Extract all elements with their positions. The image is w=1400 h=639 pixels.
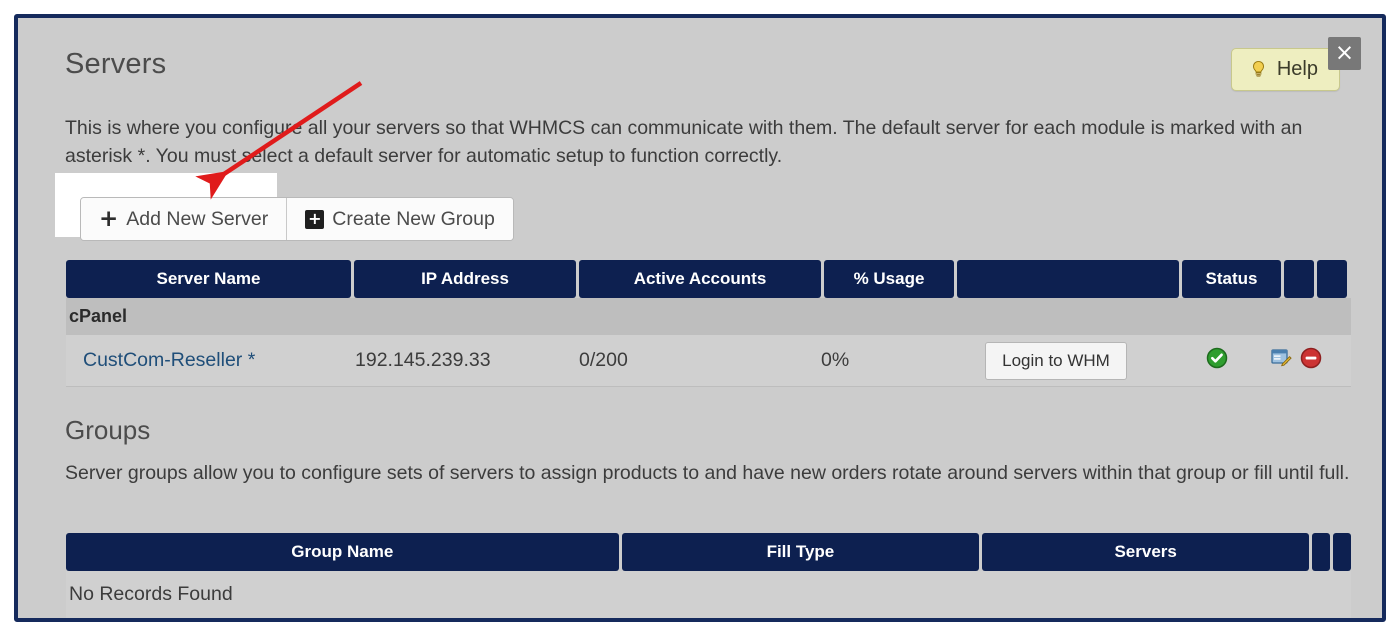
column-header-server-name: Server Name <box>66 260 351 298</box>
ip-address-cell-value: 192.145.239.33 <box>355 349 491 371</box>
server-name-cell: CustCom-Reseller * <box>66 349 351 372</box>
create-new-group-label: Create New Group <box>332 207 495 230</box>
help-button[interactable]: Help <box>1230 48 1340 91</box>
column-header-blank-7 <box>1317 260 1347 298</box>
intro-description: This is where you configure all your ser… <box>65 117 1303 167</box>
servers-table-header: Server Name IP Address Active Accounts% Us… <box>66 260 1351 298</box>
ip-address-cell: 192.145.239.33 <box>351 349 573 372</box>
column-header-blank-4 <box>957 260 1179 298</box>
groups-empty-message: No Records Found <box>66 571 1351 618</box>
column-header-blank-3 <box>1312 533 1330 571</box>
groups-table: Group Name Fill Type Servers No Records Fo… <box>66 533 1351 618</box>
delete-server-button[interactable] <box>1296 347 1326 375</box>
groups-table-header: Group Name Fill Type Servers <box>66 533 1351 571</box>
column-header-ip-address: IP Address <box>354 260 576 298</box>
help-button-label: Help <box>1276 58 1318 80</box>
add-new-server-label: Add New Server <box>126 207 269 230</box>
groups-description: Server groups allow you to configure set… <box>65 462 1350 484</box>
servers-panel: Servers Help × This is where you configu… <box>22 22 1380 618</box>
whmcs-admin-window: Servers Help × This is where you configu… <box>14 14 1386 622</box>
lightbulb-icon <box>1249 60 1268 79</box>
table-row: CustCom-Reseller * 192.145.239.33 0/200 0% L… <box>66 335 1351 387</box>
plus-icon: + <box>99 205 119 232</box>
add-new-server-button[interactable]: + Add New Server <box>81 198 287 240</box>
login-action-cell: Login to WHM <box>945 341 1167 380</box>
login-to-whm-button[interactable]: Login to WHM <box>985 341 1127 380</box>
page-title: Servers <box>65 48 167 80</box>
groups-section-title: Groups <box>65 415 151 445</box>
server-name-cell-value[interactable]: CustCom-Reseller * <box>83 349 255 371</box>
close-icon[interactable]: × <box>1328 37 1361 70</box>
column-header-fill-type: Fill Type <box>621 533 980 571</box>
red-minus-icon <box>1300 347 1322 375</box>
column-header-active-accounts: Active Accounts <box>579 260 821 298</box>
servers-table-body: cPanel CustCom-Reseller * 192.145.239.33 0/… <box>66 298 1351 387</box>
active-accounts-cell: 0/200 <box>573 349 815 372</box>
usage-cell: 0% <box>815 349 945 372</box>
servers-table: Server Name IP Address Active Accounts% Us… <box>66 260 1351 387</box>
green-check-icon <box>1206 347 1228 375</box>
active-accounts-cell-value: 0/200 <box>579 349 628 371</box>
column-header-blank-4 <box>1333 533 1351 571</box>
column-header-status: Status <box>1182 260 1281 298</box>
server-group-row: cPanel <box>66 298 1351 335</box>
edit-server-button[interactable] <box>1266 347 1296 375</box>
usage-cell-value: 0% <box>821 349 850 371</box>
plus-square-icon: + <box>305 209 325 229</box>
column-header--usage: % Usage <box>824 260 954 298</box>
edit-icon <box>1270 347 1292 375</box>
column-header-servers: Servers <box>982 533 1310 571</box>
servers-toolbar: + Add New Server + Create New Group <box>80 197 514 241</box>
status-badge <box>1167 347 1266 375</box>
column-header-group-name: Group Name <box>66 533 619 571</box>
create-new-group-button[interactable]: + Create New Group <box>286 198 513 240</box>
column-header-blank-6 <box>1284 260 1314 298</box>
